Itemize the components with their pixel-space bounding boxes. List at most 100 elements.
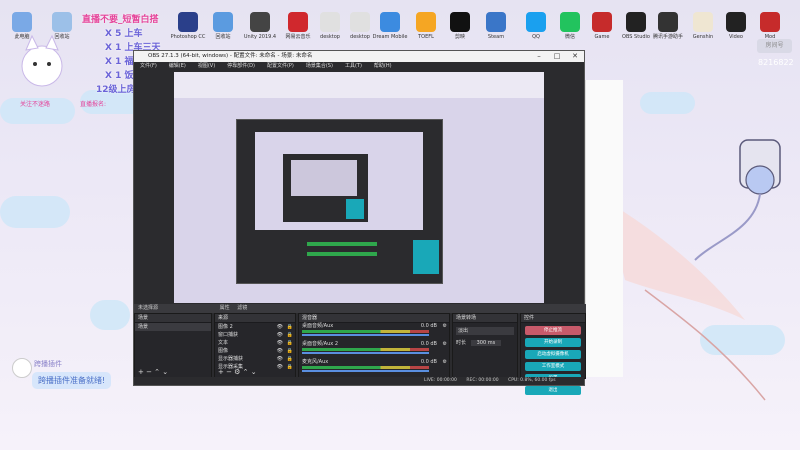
desktop-icon[interactable]: Genshin bbox=[685, 12, 721, 40]
app-icon bbox=[592, 12, 612, 32]
close-icon[interactable]: ✕ bbox=[566, 51, 584, 62]
app-icon bbox=[250, 12, 270, 32]
visibility-icon[interactable]: 👁 bbox=[277, 339, 283, 347]
menu-item[interactable]: 视图(V) bbox=[198, 63, 215, 69]
nested-mixer bbox=[307, 242, 377, 246]
desktop-icon[interactable]: Unity 2019.4 bbox=[242, 12, 278, 40]
mascot-cat-icon bbox=[21, 34, 63, 87]
volume-slider[interactable] bbox=[302, 334, 429, 336]
visibility-icon[interactable]: 👁 bbox=[277, 331, 283, 339]
source-item[interactable]: 文本 👁 🔒 bbox=[215, 339, 295, 347]
control-button[interactable]: 工作室模式 bbox=[525, 362, 581, 371]
desktop-icon[interactable]: 剪映 bbox=[442, 12, 478, 40]
source-item[interactable]: 图像 2 👁 🔒 bbox=[215, 323, 295, 331]
filters-tab[interactable]: 滤镜 bbox=[237, 305, 247, 311]
overlay-title: 直播不要_短暂白搭 bbox=[82, 15, 159, 25]
source-item[interactable]: 窗口捕获 👁 🔒 bbox=[215, 331, 295, 339]
menu-item[interactable]: 工具(T) bbox=[345, 63, 362, 69]
lock-icon[interactable]: 🔒 bbox=[287, 363, 293, 371]
properties-tab[interactable]: 属性 bbox=[220, 305, 230, 311]
visibility-icon[interactable]: 👁 bbox=[277, 347, 283, 355]
lock-icon[interactable]: 🔒 bbox=[287, 339, 293, 347]
source-item[interactable]: 显示器捕获 👁 🔒 bbox=[215, 355, 295, 363]
add-source-icon[interactable]: + − ⚙ ⌃ ⌄ bbox=[218, 368, 257, 376]
desktop-icon-label: QQ bbox=[532, 34, 540, 40]
menu-item[interactable]: 场景集合(S) bbox=[306, 63, 333, 69]
cpu-status: CPU: 0.8%, 60.00 fps bbox=[508, 378, 556, 383]
app-icon bbox=[320, 12, 340, 32]
mixer-channel: 麦克风/Aux 0.0 dB ⚙ bbox=[299, 359, 449, 377]
menu-item[interactable]: 配置文件(P) bbox=[267, 63, 294, 69]
add-scene-icon[interactable]: + − ⌃ ⌄ bbox=[138, 368, 168, 376]
menu-item[interactable]: 编辑(E) bbox=[169, 63, 186, 69]
mixer-channel: 桌面音频/Aux 2 0.0 dB ⚙ bbox=[299, 341, 449, 359]
volume-slider[interactable] bbox=[302, 370, 429, 372]
desktop-icon[interactable]: Mod bbox=[752, 12, 788, 40]
nested-inner-controls bbox=[346, 199, 364, 219]
lock-icon[interactable]: 🔒 bbox=[287, 323, 293, 331]
menu-item[interactable]: 帮助(H) bbox=[374, 63, 392, 69]
preview-desktop-bar bbox=[174, 72, 544, 98]
control-button[interactable]: 开始录制 bbox=[525, 338, 581, 347]
app-icon bbox=[350, 12, 370, 32]
transition-select[interactable]: 淡出 bbox=[456, 327, 514, 335]
menu-item[interactable]: 停靠部件(D) bbox=[227, 63, 255, 69]
nested-mixer bbox=[307, 252, 377, 256]
desktop-icon-label: OBS Studio bbox=[622, 34, 650, 40]
desktop-icon[interactable]: OBS Studio bbox=[618, 12, 654, 40]
controls-dock: 控件 停止推流开始录制启动虚拟摄像机工作室模式设置退出 bbox=[520, 313, 586, 395]
scene-item[interactable]: 场景 bbox=[135, 323, 211, 331]
gear-icon[interactable]: ⚙ bbox=[443, 359, 447, 365]
control-button[interactable]: 启动虚拟摄像机 bbox=[525, 350, 581, 359]
desktop-icon[interactable]: TOEFL bbox=[408, 12, 444, 40]
browser-window[interactable] bbox=[585, 80, 623, 377]
desktop-icon[interactable]: 微信 bbox=[552, 12, 588, 40]
gear-icon[interactable]: ⚙ bbox=[443, 323, 447, 329]
desktop-icon[interactable]: Game bbox=[584, 12, 620, 40]
chat-avatar bbox=[12, 358, 32, 378]
app-icon bbox=[416, 12, 436, 32]
sources-dock: 来源 图像 2 👁 🔒 窗口捕获 👁 🔒 文本 👁 🔒 图像 👁 🔒 显示器捕获 👁 🔒 显示器采集 👁 🔒 + … bbox=[214, 313, 296, 379]
source-label: 窗口捕获 bbox=[218, 332, 239, 338]
desktop-icon-label: Steam bbox=[487, 34, 505, 40]
desktop-icon[interactable]: Video bbox=[718, 12, 754, 40]
desktop-icon[interactable]: 回收站 bbox=[205, 12, 241, 40]
desktop-icon[interactable]: Dream Mobile bbox=[372, 12, 408, 40]
desktop-icon[interactable]: QQ bbox=[518, 12, 554, 40]
lock-icon[interactable]: 🔒 bbox=[287, 355, 293, 363]
source-item[interactable]: 图像 👁 🔒 bbox=[215, 347, 295, 355]
gear-icon[interactable]: ⚙ bbox=[443, 341, 447, 347]
source-label: 图像 bbox=[218, 348, 229, 354]
app-icon bbox=[288, 12, 308, 32]
obs-preview[interactable] bbox=[174, 72, 544, 303]
desktop-icon[interactable]: 腾讯手游助手 bbox=[650, 12, 686, 40]
lock-icon[interactable]: 🔒 bbox=[287, 331, 293, 339]
minimize-icon[interactable]: – bbox=[530, 51, 548, 62]
volume-slider[interactable] bbox=[302, 352, 429, 354]
visibility-icon[interactable]: 👁 bbox=[277, 363, 283, 371]
obs-window[interactable]: OBS 27.1.3 (64-bit, windows) - 配置文件: 未命名… bbox=[133, 50, 586, 395]
menu-item[interactable]: 文件(F) bbox=[140, 63, 157, 69]
app-icon bbox=[52, 12, 72, 32]
desktop-icon-label: Photoshop CC bbox=[170, 34, 206, 40]
duration-label: 时长 bbox=[456, 340, 467, 346]
cloud-decoration bbox=[0, 196, 70, 228]
controls-header: 控件 bbox=[521, 314, 585, 323]
lock-icon[interactable]: 🔒 bbox=[287, 347, 293, 355]
desktop-icon-label: 回收站 bbox=[215, 34, 231, 40]
duration-input[interactable]: 300 ms bbox=[470, 340, 502, 346]
maximize-icon[interactable]: □ bbox=[548, 51, 566, 62]
app-icon bbox=[760, 12, 780, 32]
desktop-icon[interactable]: Steam bbox=[478, 12, 514, 40]
nested-controls bbox=[413, 240, 439, 274]
visibility-icon[interactable]: 👁 bbox=[277, 355, 283, 363]
duration-row: 时长 300 ms bbox=[456, 339, 514, 347]
visibility-icon[interactable]: 👁 bbox=[277, 323, 283, 331]
control-button[interactable]: 退出 bbox=[525, 386, 581, 395]
transitions-dock: 场景转场 淡出 时长 300 ms bbox=[452, 313, 518, 379]
rec-status: REC: 00:00:00 bbox=[466, 378, 499, 383]
obs-titlebar[interactable]: OBS 27.1.3 (64-bit, windows) - 配置文件: 未命名… bbox=[134, 51, 584, 62]
desktop-icon[interactable]: Photoshop CC bbox=[170, 12, 206, 40]
desktop-icon[interactable]: 网易云音乐 bbox=[280, 12, 316, 40]
control-button[interactable]: 停止推流 bbox=[525, 326, 581, 335]
